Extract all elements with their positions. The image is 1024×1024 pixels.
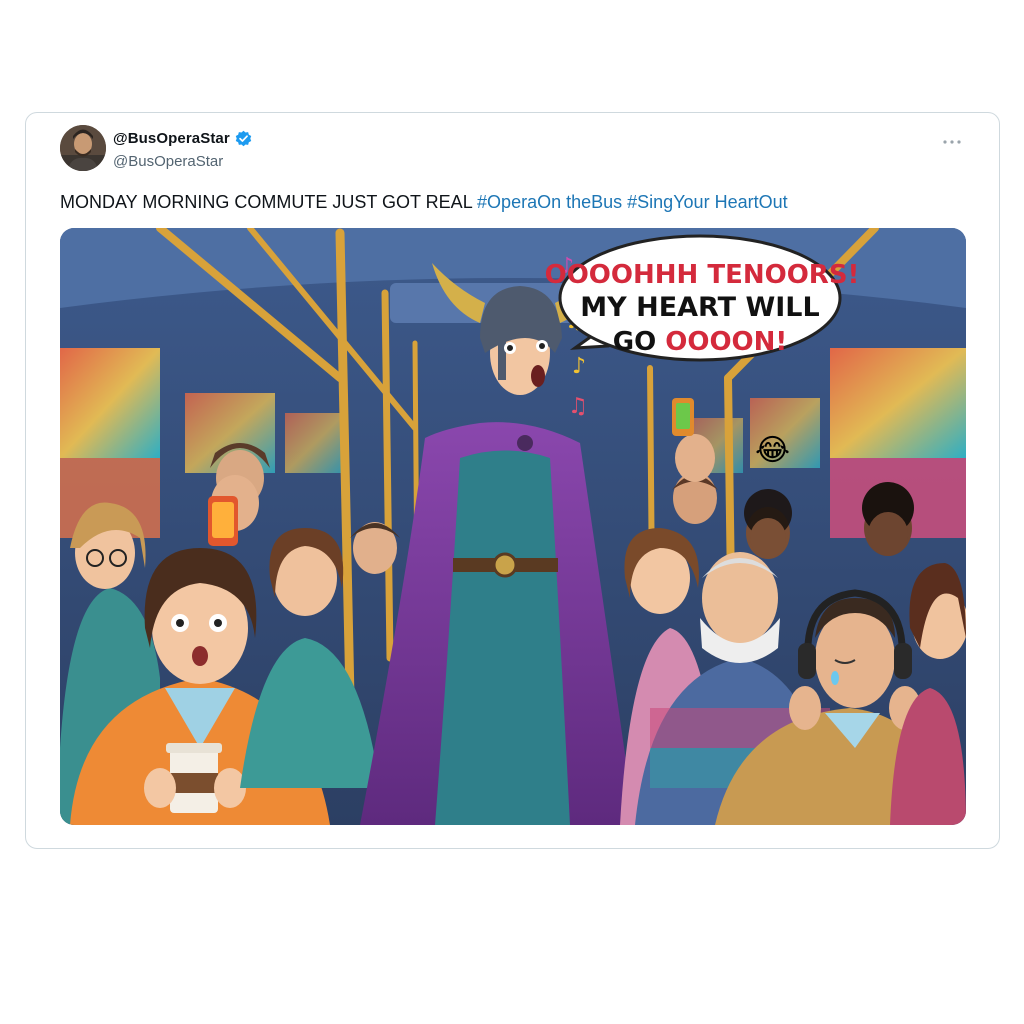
user-handle[interactable]: @BusOperaStar — [113, 153, 223, 170]
verified-badge-icon — [235, 130, 252, 147]
svg-text:♪: ♪ — [572, 354, 586, 379]
tweet-media-image[interactable]: ♪ ♫ ♪ ♫ — [60, 228, 966, 825]
hashtag-sing-your-heart-out[interactable]: #SingYour HeartOut — [627, 192, 787, 212]
speech-line-3-b: OOOON! — [665, 327, 787, 357]
tweet-body: MONDAY MORNING COMMUTE JUST GOT REAL — [60, 192, 478, 212]
speech-line-3: GO OOOON! — [613, 327, 788, 357]
tweet-card[interactable]: @BusOperaStar @BusOperaStar MONDAY MORNI… — [25, 112, 1000, 849]
avatar-image — [60, 125, 106, 171]
svg-text:♫: ♫ — [568, 394, 588, 419]
display-name[interactable]: @BusOperaStar — [113, 130, 252, 147]
display-name-text: @BusOperaStar — [113, 130, 230, 147]
hashtag-opera-on-the-bus[interactable]: #OperaOn theBus — [477, 192, 622, 212]
tweet-text: MONDAY MORNING COMMUTE JUST GOT REAL #Op… — [60, 191, 960, 213]
avatar[interactable] — [60, 125, 106, 171]
speech-line-2: MY HEART WILL — [580, 292, 819, 323]
speech-line-3-a: GO — [613, 327, 666, 357]
illustration: ♪ ♫ ♪ ♫ — [60, 228, 966, 825]
more-icon[interactable] — [939, 133, 965, 151]
speech-line-1: OOOOHHH TENOORS! — [545, 260, 860, 290]
laughing-emoji-icon: 😂 — [755, 433, 790, 468]
